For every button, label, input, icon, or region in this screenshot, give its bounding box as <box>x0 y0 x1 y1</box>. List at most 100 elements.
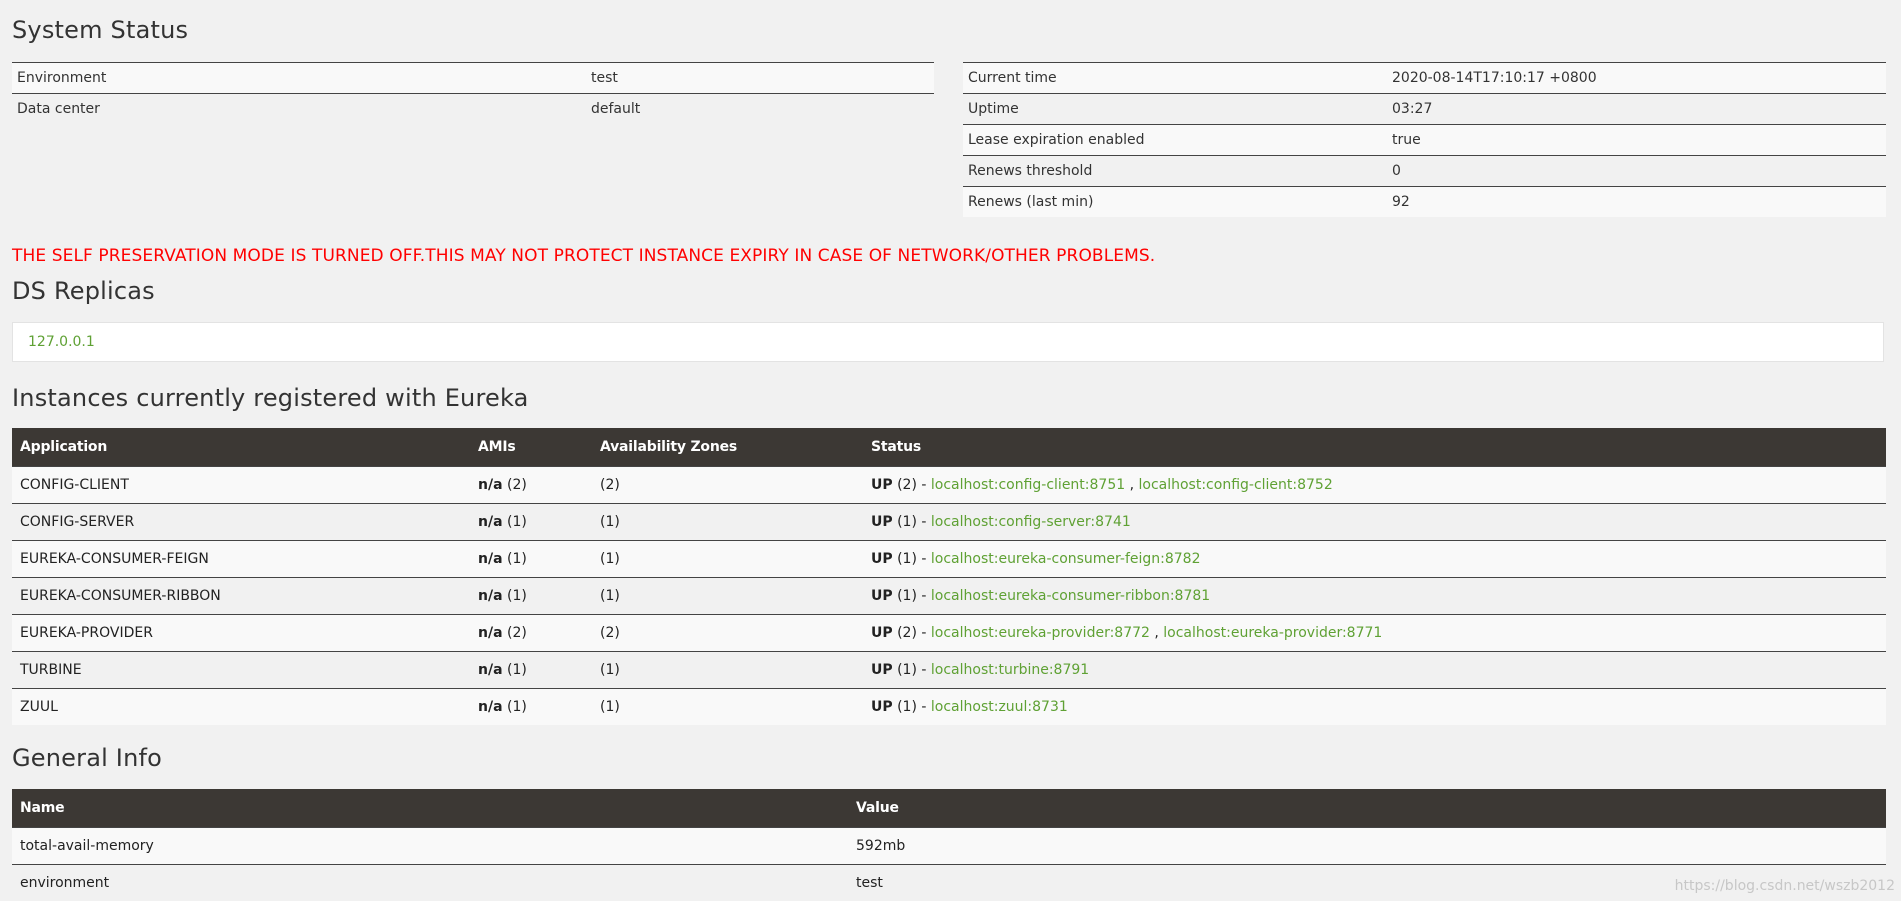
instance-link[interactable]: localhost:config-server:8741 <box>931 514 1131 530</box>
column-header-value: Value <box>848 789 1886 828</box>
status-row: Data center default <box>12 94 934 125</box>
system-status-right-table: Current time 2020-08-14T17:10:17 +0800 U… <box>963 62 1886 217</box>
status-key: Renews (last min) <box>963 187 1387 218</box>
instance-link[interactable]: localhost:eureka-consumer-ribbon:8781 <box>931 588 1210 604</box>
instance-link[interactable]: localhost:eureka-provider:8771 <box>1163 625 1382 641</box>
column-header-application: Application <box>12 428 470 467</box>
status-count: (2) - <box>897 477 926 493</box>
amis-cell: n/a (1) <box>470 652 592 689</box>
status-up: UP <box>871 551 893 567</box>
application-name: EUREKA-CONSUMER-RIBBON <box>12 578 470 615</box>
replica-link[interactable]: 127.0.0.1 <box>28 334 95 350</box>
application-name: TURBINE <box>12 652 470 689</box>
application-name: ZUUL <box>12 689 470 726</box>
status-value: 03:27 <box>1387 94 1886 125</box>
table-row: EUREKA-CONSUMER-FEIGN n/a (1) (1) UP (1)… <box>12 541 1886 578</box>
ami-count: (1) <box>507 551 527 567</box>
status-value: default <box>586 94 934 125</box>
instance-link[interactable]: localhost:config-client:8752 <box>1139 477 1333 493</box>
amis-cell: n/a (1) <box>470 504 592 541</box>
instance-link[interactable]: localhost:zuul:8731 <box>931 699 1068 715</box>
status-up: UP <box>871 588 893 604</box>
availability-zones: (2) <box>592 467 863 504</box>
info-name: total-avail-memory <box>12 828 848 865</box>
amis-cell: n/a (1) <box>470 578 592 615</box>
application-name: CONFIG-SERVER <box>12 504 470 541</box>
availability-zones: (2) <box>592 615 863 652</box>
ami-count: (2) <box>507 477 527 493</box>
table-row: CONFIG-CLIENT n/a (2) (2) UP (2) - local… <box>12 467 1886 504</box>
availability-zones: (1) <box>592 578 863 615</box>
ds-replicas-title: DS Replicas <box>12 277 155 305</box>
amis-cell: n/a (2) <box>470 615 592 652</box>
ami-value: n/a <box>478 551 503 567</box>
ami-count: (1) <box>507 662 527 678</box>
table-row: EUREKA-PROVIDER n/a (2) (2) UP (2) - loc… <box>12 615 1886 652</box>
status-cell: UP (1) - localhost:eureka-consumer-feign… <box>863 541 1886 578</box>
status-cell: UP (1) - localhost:eureka-consumer-ribbo… <box>863 578 1886 615</box>
availability-zones: (1) <box>592 689 863 726</box>
status-value: test <box>586 63 934 94</box>
self-preservation-warning: THE SELF PRESERVATION MODE IS TURNED OFF… <box>12 246 1155 266</box>
general-info-title: General Info <box>12 744 162 772</box>
ami-count: (1) <box>507 514 527 530</box>
status-count: (2) - <box>897 625 926 641</box>
status-row: Uptime 03:27 <box>963 94 1886 125</box>
status-count: (1) - <box>897 699 926 715</box>
table-row: ZUUL n/a (1) (1) UP (1) - localhost:zuul… <box>12 689 1886 726</box>
status-row: Renews (last min) 92 <box>963 187 1886 218</box>
status-key: Lease expiration enabled <box>963 125 1387 156</box>
status-key: Current time <box>963 63 1387 94</box>
general-info-table: Name Value total-avail-memory 592mb envi… <box>12 789 1886 901</box>
status-value: 92 <box>1387 187 1886 218</box>
info-name: environment <box>12 865 848 901</box>
status-value: 2020-08-14T17:10:17 +0800 <box>1387 63 1886 94</box>
ami-value: n/a <box>478 588 503 604</box>
application-name: CONFIG-CLIENT <box>12 467 470 504</box>
status-count: (1) - <box>897 662 926 678</box>
application-name: EUREKA-CONSUMER-FEIGN <box>12 541 470 578</box>
instances-table: Application AMIs Availability Zones Stat… <box>12 428 1886 725</box>
status-count: (1) - <box>897 551 926 567</box>
status-count: (1) - <box>897 514 926 530</box>
status-value: 0 <box>1387 156 1886 187</box>
status-cell: UP (1) - localhost:zuul:8731 <box>863 689 1886 726</box>
instances-title: Instances currently registered with Eure… <box>12 384 529 412</box>
instance-link[interactable]: localhost:eureka-consumer-feign:8782 <box>931 551 1201 567</box>
status-row: Current time 2020-08-14T17:10:17 +0800 <box>963 63 1886 94</box>
instance-link[interactable]: localhost:eureka-provider:8772 <box>931 625 1150 641</box>
ami-value: n/a <box>478 662 503 678</box>
ami-value: n/a <box>478 699 503 715</box>
column-header-availability-zones: Availability Zones <box>592 428 863 467</box>
status-cell: UP (2) - localhost:config-client:8751 , … <box>863 467 1886 504</box>
table-row: TURBINE n/a (1) (1) UP (1) - localhost:t… <box>12 652 1886 689</box>
system-status-title: System Status <box>12 16 188 44</box>
ami-count: (1) <box>507 699 527 715</box>
availability-zones: (1) <box>592 504 863 541</box>
ami-count: (2) <box>507 625 527 641</box>
status-row: Environment test <box>12 63 934 94</box>
availability-zones: (1) <box>592 541 863 578</box>
application-name: EUREKA-PROVIDER <box>12 615 470 652</box>
status-up: UP <box>871 699 893 715</box>
column-header-amis: AMIs <box>470 428 592 467</box>
status-up: UP <box>871 477 893 493</box>
column-header-name: Name <box>12 789 848 828</box>
amis-cell: n/a (2) <box>470 467 592 504</box>
instance-link[interactable]: localhost:turbine:8791 <box>931 662 1089 678</box>
ami-count: (1) <box>507 588 527 604</box>
amis-cell: n/a (1) <box>470 689 592 726</box>
status-row: Renews threshold 0 <box>963 156 1886 187</box>
table-row: CONFIG-SERVER n/a (1) (1) UP (1) - local… <box>12 504 1886 541</box>
instance-link[interactable]: localhost:config-client:8751 <box>931 477 1125 493</box>
table-row: EUREKA-CONSUMER-RIBBON n/a (1) (1) UP (1… <box>12 578 1886 615</box>
status-count: (1) - <box>897 588 926 604</box>
ami-value: n/a <box>478 625 503 641</box>
status-cell: UP (1) - localhost:turbine:8791 <box>863 652 1886 689</box>
status-value: true <box>1387 125 1886 156</box>
ami-value: n/a <box>478 514 503 530</box>
table-row: environment test <box>12 865 1886 901</box>
table-row: total-avail-memory 592mb <box>12 828 1886 865</box>
status-key: Renews threshold <box>963 156 1387 187</box>
watermark: https://blog.csdn.net/wszb2012 <box>1675 878 1895 894</box>
